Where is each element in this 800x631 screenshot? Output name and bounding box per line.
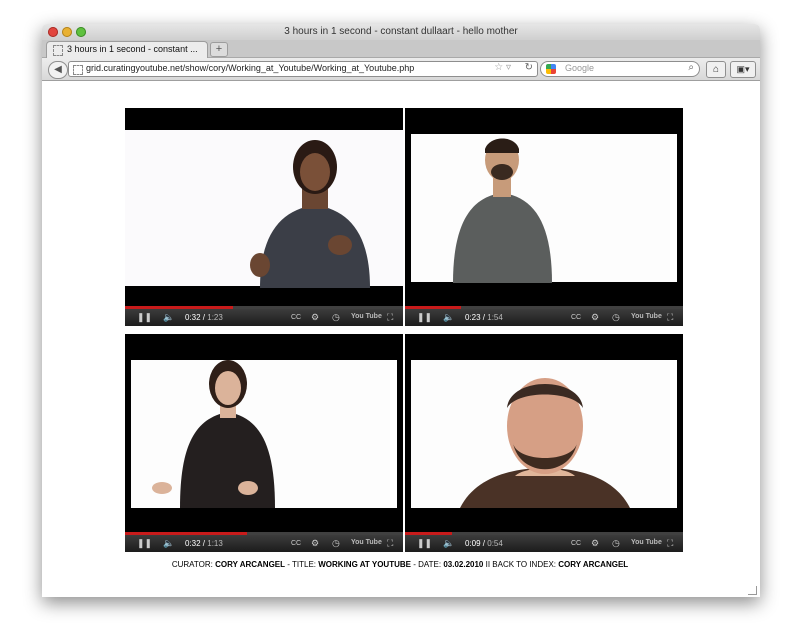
tab-active[interactable]: 3 hours in 1 second - constant ... [46,41,208,58]
watch-later-icon[interactable]: ◷ [612,311,620,324]
cc-icon[interactable]: CC [571,537,581,550]
volume-icon[interactable]: 🔈 [163,537,174,550]
cc-icon[interactable]: CC [571,311,581,324]
presenter-man-2-figure [460,378,630,508]
page-icon [53,45,63,56]
title-label: - TITLE: [287,560,317,569]
home-icon[interactable]: ⌂ [706,61,726,78]
fullscreen-icon[interactable]: ⛶ [667,537,673,550]
window-title: 3 hours in 1 second - constant dullaart … [284,26,518,37]
player-controls: ❚❚ 🔈 0:23 / 1:54 CC ⚙ ◷ You Tube ⛶ [405,309,683,326]
fullscreen-icon[interactable]: ⛶ [667,311,673,324]
watch-later-icon[interactable]: ◷ [332,311,340,324]
volume-icon[interactable]: 🔈 [443,537,454,550]
youtube-logo[interactable]: You Tube [351,539,382,546]
player-controls: ❚❚ 🔈 0:32 / 1:13 CC ⚙ ◷ You Tube ⛶ [125,535,403,552]
search-field[interactable]: Google ⌕ [540,61,700,77]
fullscreen-icon[interactable]: ⛶ [387,537,393,550]
site-icon [73,65,83,75]
back-to-index-link[interactable]: CORY ARCANGEL [558,560,628,569]
time-display: 0:09 / 0:54 [465,539,503,548]
watch-later-icon[interactable]: ◷ [332,537,340,550]
presenter-woman-figure [250,140,370,288]
youtube-logo[interactable]: You Tube [631,313,662,320]
page-caption: CURATOR: CORY ARCANGEL - TITLE: WORKING … [0,560,800,569]
pause-icon[interactable]: ❚❚ [417,311,432,324]
fullscreen-icon[interactable]: ⛶ [387,311,393,324]
tab-label: 3 hours in 1 second - constant ... [67,44,198,54]
date-value: 03.02.2010 [443,560,484,569]
search-icon[interactable]: ⌕ [688,62,694,73]
time-display: 0:32 / 1:13 [185,539,223,548]
resize-handle[interactable] [748,586,757,595]
search-placeholder: Google [565,63,595,73]
pause-icon[interactable]: ❚❚ [137,537,152,550]
player-controls: ❚❚ 🔈 0:32 / 1:23 CC ⚙ ◷ You Tube ⛶ [125,309,403,326]
presenter-man-1-figure [453,138,552,283]
tab-bar: 3 hours in 1 second - constant ... + [42,40,760,58]
youtube-logo[interactable]: You Tube [631,539,662,546]
new-tab-button[interactable]: + [210,42,228,57]
gear-icon[interactable]: ⚙ [311,311,319,324]
volume-icon[interactable]: 🔈 [163,311,174,324]
curator-label: CURATOR: [171,560,213,569]
bookmark-star-icon[interactable]: ☆ ▿ [494,62,511,73]
pause-icon[interactable]: ❚❚ [137,311,152,324]
cc-icon[interactable]: CC [291,537,301,550]
volume-icon[interactable]: 🔈 [443,311,454,324]
url-text: grid.curatingyoutube.net/show/cory/Worki… [86,63,415,73]
cc-icon[interactable]: CC [291,311,301,324]
reload-icon[interactable]: ↻ [525,62,533,73]
back-label: II BACK TO INDEX: [485,560,556,569]
presenter-woman-2-figure [152,360,275,508]
time-display: 0:32 / 1:23 [185,313,223,322]
player-controls: ❚❚ 🔈 0:09 / 0:54 CC ⚙ ◷ You Tube ⛶ [405,535,683,552]
video-title: WORKING AT YOUTUBE [318,560,411,569]
date-label: - DATE: [413,560,442,569]
time-display: 0:23 / 1:54 [465,313,503,322]
back-arrow-icon[interactable]: ◀ [48,61,68,79]
gear-icon[interactable]: ⚙ [591,311,599,324]
google-icon [546,64,556,74]
title-bar: 3 hours in 1 second - constant dullaart … [42,24,760,40]
address-bar[interactable]: grid.curatingyoutube.net/show/cory/Worki… [68,61,538,77]
bookmarks-menu-button[interactable]: ▣▾ [730,61,756,78]
gear-icon[interactable]: ⚙ [591,537,599,550]
pause-icon[interactable]: ❚❚ [417,537,432,550]
gear-icon[interactable]: ⚙ [311,537,319,550]
curator-name: CORY ARCANGEL [215,560,286,569]
watch-later-icon[interactable]: ◷ [612,537,620,550]
navigation-bar: ◀ grid.curatingyoutube.net/show/cory/Wor… [42,58,760,81]
youtube-logo[interactable]: You Tube [351,313,382,320]
